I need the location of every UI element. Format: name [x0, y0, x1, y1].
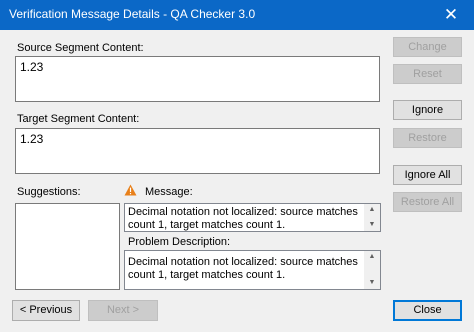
- message-text: Decimal notation not localized: source m…: [128, 206, 358, 231]
- target-segment-field[interactable]: 1.23: [15, 128, 380, 174]
- problem-description-textbox[interactable]: Decimal notation not localized: source m…: [124, 250, 381, 290]
- restore-button[interactable]: Restore: [393, 128, 462, 148]
- previous-button[interactable]: < Previous: [12, 300, 80, 321]
- title-bar: Verification Message Details - QA Checke…: [0, 0, 474, 30]
- source-segment-value: 1.23: [20, 60, 44, 74]
- source-segment-label: Source Segment Content:: [17, 42, 144, 54]
- message-scrollbar[interactable]: ▲ ▼: [364, 204, 380, 231]
- window-title: Verification Message Details - QA Checke…: [9, 7, 256, 21]
- source-segment-field[interactable]: 1.23: [15, 56, 380, 102]
- reset-button[interactable]: Reset: [393, 64, 462, 84]
- change-button[interactable]: Change: [393, 37, 462, 57]
- problem-description-text: Decimal notation not localized: source m…: [128, 256, 358, 281]
- problem-description-scrollbar[interactable]: ▲ ▼: [364, 251, 380, 289]
- close-icon[interactable]: ✕: [428, 0, 474, 30]
- warning-icon: [124, 184, 137, 196]
- target-segment-value: 1.23: [20, 132, 44, 146]
- suggestions-list[interactable]: [15, 203, 120, 290]
- restore-all-button[interactable]: Restore All: [393, 192, 462, 212]
- ignore-all-button[interactable]: Ignore All: [393, 165, 462, 185]
- target-segment-label: Target Segment Content:: [17, 113, 140, 125]
- message-label: Message:: [145, 186, 193, 198]
- scroll-down-icon[interactable]: ▼: [364, 278, 380, 288]
- scroll-down-icon[interactable]: ▼: [364, 220, 380, 230]
- problem-description-label: Problem Description:: [128, 236, 231, 248]
- scroll-up-icon[interactable]: ▲: [364, 205, 380, 215]
- scroll-up-icon[interactable]: ▲: [364, 252, 380, 262]
- suggestions-label: Suggestions:: [17, 186, 81, 198]
- ignore-button[interactable]: Ignore: [393, 100, 462, 120]
- close-button[interactable]: Close: [393, 300, 462, 321]
- next-button[interactable]: Next >: [88, 300, 158, 321]
- message-textbox[interactable]: Decimal notation not localized: source m…: [124, 203, 381, 232]
